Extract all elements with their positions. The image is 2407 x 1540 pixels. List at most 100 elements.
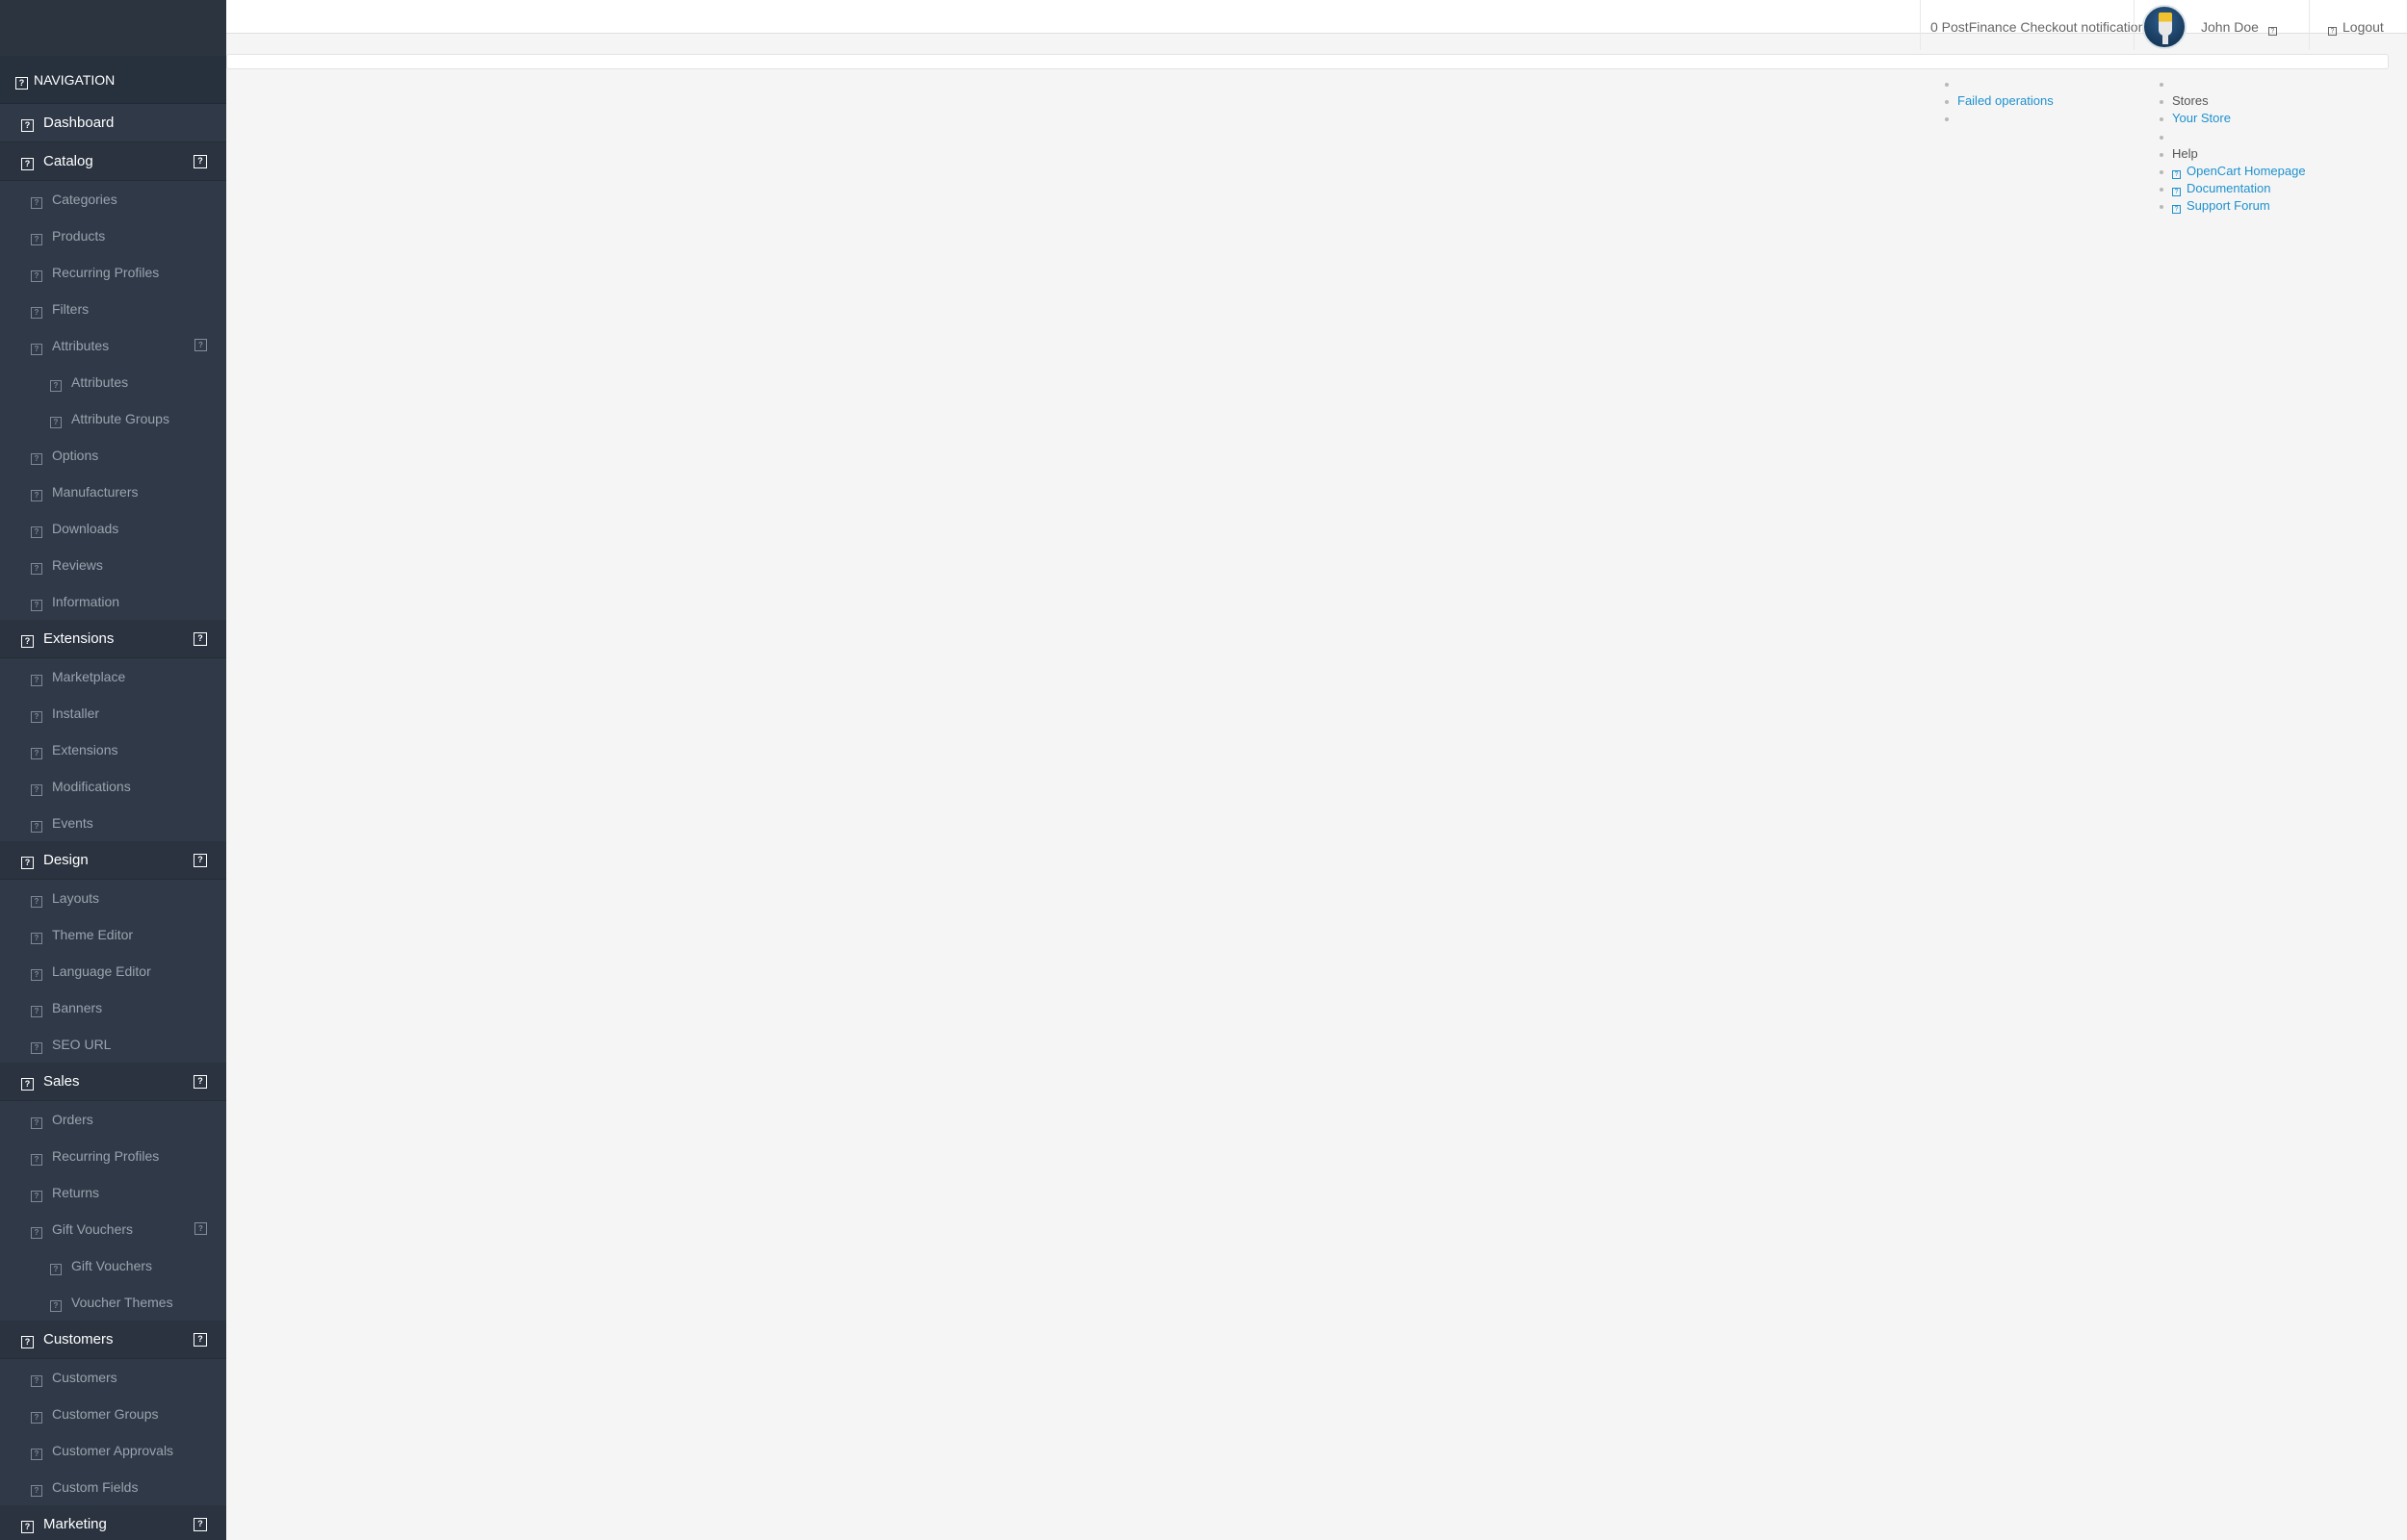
stores-header: Stores [2160, 92, 2306, 110]
sidebar-item-filters[interactable]: ? Filters [0, 291, 226, 327]
submenu-icon: ? [50, 1264, 62, 1275]
store-help-dropdown: Stores Your Store Help ? OpenCart Homepag… [2160, 75, 2306, 216]
user-icon: ? [21, 1336, 34, 1348]
logout-link[interactable]: ? Logout [2328, 19, 2384, 36]
sidebar-item-orders[interactable]: ? Orders [0, 1101, 226, 1138]
sidebar-item-categories[interactable]: ? Categories [0, 181, 226, 218]
collapse-icon: ? [194, 631, 207, 646]
sidebar-item-catalog[interactable]: ? Catalog ? [0, 142, 226, 181]
submenu-icon: ? [31, 784, 42, 796]
submenu-icon: ? [31, 1042, 42, 1054]
submenu-icon: ? [31, 307, 42, 319]
notifications-toggle[interactable]: 0 PostFinance Checkout notifications [1930, 19, 2152, 35]
sidebar-item-events[interactable]: ? Events [0, 805, 226, 841]
collapse-icon: ? [194, 1074, 207, 1089]
submenu-icon: ? [31, 675, 42, 686]
sidebar-item-custom-fields[interactable]: ? Custom Fields [0, 1469, 226, 1505]
puzzle-icon: ? [21, 635, 34, 648]
collapse-icon: ? [194, 154, 207, 168]
collapse-icon: ? [194, 1332, 207, 1347]
sidebar-item-attribute-groups[interactable]: ? Attribute Groups [0, 400, 226, 437]
submenu-icon: ? [31, 270, 42, 282]
submenu-icon: ? [31, 1191, 42, 1202]
sidebar-item-returns[interactable]: ? Returns [0, 1174, 226, 1211]
failed-operations-link[interactable]: Failed operations [1945, 92, 2054, 110]
collapse-icon: ? [194, 853, 207, 867]
submenu-icon: ? [31, 490, 42, 501]
submenu-icon: ? [31, 933, 42, 944]
submenu-icon: ? [31, 821, 42, 833]
collapse-icon: ? [194, 1517, 207, 1531]
submenu-icon: ? [31, 1154, 42, 1166]
bars-icon: ? [15, 77, 28, 90]
support-forum-link[interactable]: ? Support Forum [2160, 197, 2306, 215]
tags-icon: ? [21, 158, 34, 170]
user-menu-toggle[interactable]: John Doe ? [2201, 19, 2277, 36]
sidebar-item-marketplace[interactable]: ? Marketplace [0, 658, 226, 695]
opencart-homepage-link[interactable]: ? OpenCart Homepage [2160, 163, 2306, 180]
sidebar-item-sales-recurring-profiles[interactable]: ? Recurring Profiles [0, 1138, 226, 1174]
sign-out-icon: ? [2328, 27, 2337, 36]
shopping-cart-icon: ? [21, 1078, 34, 1091]
sidebar-item-customers[interactable]: ? Customers ? [0, 1321, 226, 1359]
header-divider [2134, 0, 2135, 50]
sidebar: ? NAVIGATION ? Dashboard ? Catalog ? ? Categ… [0, 56, 226, 1540]
header-divider [1920, 0, 1921, 50]
sidebar-item-customer-approvals[interactable]: ? Customer Approvals [0, 1432, 226, 1469]
your-store-link[interactable]: Your Store [2160, 110, 2306, 127]
dashboard-icon: ? [21, 119, 34, 132]
dropdown-item [1945, 110, 2054, 127]
submenu-icon: ? [31, 344, 42, 355]
caret-down-icon: ? [2267, 27, 2277, 36]
sidebar-item-reviews[interactable]: ? Reviews [0, 547, 226, 583]
sidebar-item-attributes-group[interactable]: ? Attributes? [0, 327, 226, 364]
sidebar-item-layouts[interactable]: ? Layouts [0, 880, 226, 916]
submenu-icon: ? [31, 1412, 42, 1424]
help-header: Help [2160, 145, 2306, 163]
sidebar-item-extensions[interactable]: ? Extensions ? [0, 620, 226, 658]
documentation-link[interactable]: ? Documentation [2160, 180, 2306, 197]
sidebar-item-language-editor[interactable]: ? Language Editor [0, 953, 226, 989]
external-link-icon: ? [2172, 188, 2181, 197]
sidebar-item-products[interactable]: ? Products [0, 218, 226, 254]
sidebar-item-manufacturers[interactable]: ? Manufacturers [0, 474, 226, 510]
submenu-icon: ? [31, 1227, 42, 1239]
sidebar-item-marketing[interactable]: ? Marketing ? [0, 1505, 226, 1540]
submenu-icon: ? [31, 1485, 42, 1497]
sidebar-item-design[interactable]: ? Design ? [0, 841, 226, 880]
header-logo-area [0, 0, 226, 56]
sidebar-item-seo-url[interactable]: ? SEO URL [0, 1026, 226, 1063]
sidebar-item-options[interactable]: ? Options [0, 437, 226, 474]
sidebar-item-recurring-profiles[interactable]: ? Recurring Profiles [0, 254, 226, 291]
sidebar-item-installer[interactable]: ? Installer [0, 695, 226, 732]
sidebar-item-banners[interactable]: ? Banners [0, 989, 226, 1026]
sidebar-item-customer-groups[interactable]: ? Customer Groups [0, 1396, 226, 1432]
header-divider [2309, 0, 2310, 50]
sidebar-item-voucher-themes[interactable]: ? Voucher Themes [0, 1284, 226, 1321]
submenu-icon: ? [31, 1006, 42, 1017]
dropdown-divider [2160, 75, 2306, 92]
user-avatar[interactable] [2142, 5, 2187, 49]
sidebar-item-information[interactable]: ? Information [0, 583, 226, 620]
sidebar-item-sales[interactable]: ? Sales ? [0, 1063, 226, 1101]
sidebar-item-gift-vouchers-group[interactable]: ? Gift Vouchers? [0, 1211, 226, 1247]
sidebar-item-downloads[interactable]: ? Downloads [0, 510, 226, 547]
dropdown-divider [2160, 128, 2306, 145]
submenu-icon: ? [50, 417, 62, 428]
submenu-icon: ? [31, 896, 42, 908]
sidebar-item-theme-editor[interactable]: ? Theme Editor [0, 916, 226, 953]
submenu-icon: ? [31, 1117, 42, 1129]
sidebar-item-gift-vouchers[interactable]: ? Gift Vouchers [0, 1247, 226, 1284]
sidebar-item-dashboard[interactable]: ? Dashboard [0, 104, 226, 142]
collapse-icon: ? [194, 1222, 207, 1235]
sidebar-item-extensions-list[interactable]: ? Extensions [0, 732, 226, 768]
submenu-icon: ? [31, 711, 42, 723]
sidebar-item-attributes[interactable]: ? Attributes [0, 364, 226, 400]
sidebar-item-modifications[interactable]: ? Modifications [0, 768, 226, 805]
submenu-icon: ? [50, 380, 62, 392]
content-header-bar [226, 54, 2389, 69]
external-link-icon: ? [2172, 205, 2181, 215]
sidebar-item-customers-list[interactable]: ? Customers [0, 1359, 226, 1396]
collapse-icon: ? [194, 339, 207, 351]
submenu-icon: ? [31, 563, 42, 575]
